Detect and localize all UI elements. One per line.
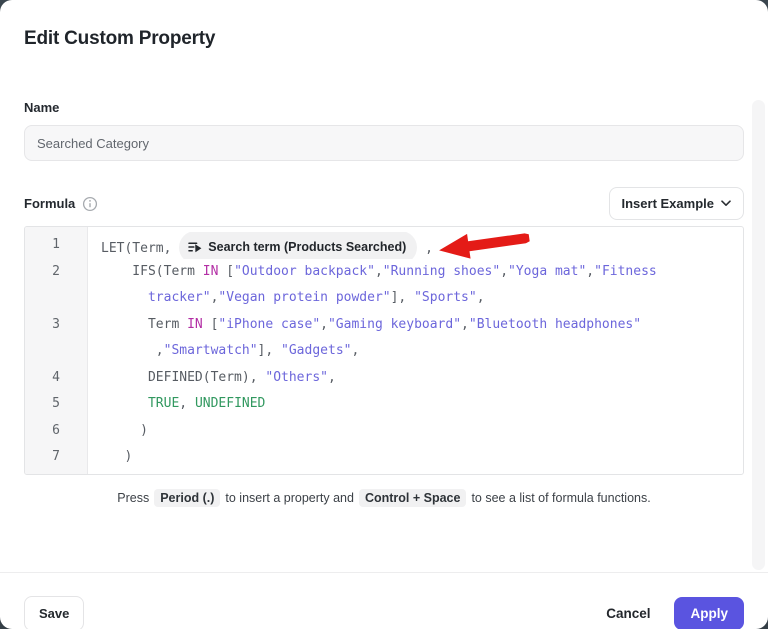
code-token: Term <box>101 317 187 332</box>
scrollbar[interactable] <box>752 100 765 570</box>
code-content: ) <box>87 444 743 471</box>
code-token: "Yoga mat" <box>508 264 586 279</box>
property-chip-label: Search term (Products Searched) <box>208 234 406 259</box>
code-token: "Gaming keyboard" <box>328 317 461 332</box>
hint-suffix: to see a list of formula functions. <box>471 491 650 505</box>
code-line[interactable]: 6 ) <box>25 418 743 445</box>
code-content: tracker", "Vegan protein powder"], "Sport… <box>87 285 743 312</box>
code-token: [ <box>218 264 234 279</box>
code-line[interactable]: 5 TRUE, UNDEFINED <box>25 391 743 418</box>
code-line[interactable]: 1LET(Term, Search term (Products Searche… <box>25 232 743 259</box>
code-token: "iPhone case" <box>218 317 320 332</box>
code-token: , <box>179 396 195 411</box>
code-token: , <box>500 264 508 279</box>
code-content: ,"Smartwatch"], "Gadgets", <box>87 338 743 365</box>
line-number: 3 <box>25 312 87 339</box>
kbd-period: Period (.) <box>154 489 220 507</box>
code-token: "Fitness <box>594 264 657 279</box>
code-token: , <box>375 264 383 279</box>
code-token: IN <box>187 317 203 332</box>
code-content: TRUE, UNDEFINED <box>87 391 743 418</box>
property-chip[interactable]: Search term (Products Searched) <box>179 232 417 259</box>
formula-editor[interactable]: 1LET(Term, Search term (Products Searche… <box>24 226 744 475</box>
code-token <box>101 396 148 411</box>
edit-custom-property-dialog: Edit Custom Property Name Formula Insert… <box>0 0 768 629</box>
code-token: IN <box>203 264 219 279</box>
property-list-cursor-icon <box>188 240 202 254</box>
save-button[interactable]: Save <box>24 596 84 629</box>
insert-example-label: Insert Example <box>622 196 715 211</box>
insert-example-button[interactable]: Insert Example <box>609 187 745 220</box>
code-token: , <box>320 317 328 332</box>
dialog-footer: Save Cancel Apply <box>0 572 768 629</box>
code-token: , <box>417 241 433 256</box>
code-token: ) <box>101 449 132 464</box>
code-token: ) <box>101 423 148 438</box>
line-number: 5 <box>25 391 87 418</box>
chevron-down-icon <box>721 200 731 207</box>
code-token <box>101 290 148 305</box>
line-number: 6 <box>25 418 87 445</box>
code-line[interactable]: 4 DEFINED(Term), "Others", <box>25 365 743 392</box>
formula-label: Formula <box>24 196 75 211</box>
code-token: "Outdoor backpack" <box>234 264 375 279</box>
code-line[interactable]: 2 IFS(Term IN ["Outdoor backpack","Runni… <box>25 259 743 286</box>
code-token: , <box>461 317 469 332</box>
dialog-body: Name Formula Insert Example <box>0 100 768 572</box>
code-line[interactable]: 3 Term IN ["iPhone case","Gaming keyboar… <box>25 312 743 339</box>
formula-editor-lines: 1LET(Term, Search term (Products Searche… <box>25 227 743 475</box>
code-token: "Sports" <box>414 290 477 305</box>
kbd-control-space: Control + Space <box>359 489 467 507</box>
line-number: 2 <box>25 259 87 286</box>
code-content: LET(Term, Search term (Products Searched… <box>87 232 743 259</box>
line-number <box>25 285 87 312</box>
code-content: Term IN ["iPhone case","Gaming keyboard"… <box>87 312 743 339</box>
line-number <box>25 338 87 365</box>
code-token: LET(Term, <box>101 241 179 256</box>
code-content: IFS(Term IN ["Outdoor backpack","Running… <box>87 259 743 286</box>
cancel-button[interactable]: Cancel <box>596 597 660 629</box>
code-token: TRUE <box>148 396 179 411</box>
dialog-title: Edit Custom Property <box>24 28 744 50</box>
code-line[interactable]: tracker", "Vegan protein powder"], "Sport… <box>25 285 743 312</box>
code-content: DEFINED(Term), "Others", <box>87 365 743 392</box>
code-token: "Vegan protein powder" <box>218 290 390 305</box>
line-number: 4 <box>25 365 87 392</box>
code-content: ) <box>87 418 743 445</box>
line-number: 7 <box>25 444 87 471</box>
formula-hint: Press Period (.) to insert a property an… <box>24 489 744 507</box>
code-token: IFS(Term <box>101 264 203 279</box>
code-token: [ <box>203 317 219 332</box>
dialog-header: Edit Custom Property <box>0 0 768 75</box>
code-token: UNDEFINED <box>195 396 265 411</box>
apply-button[interactable]: Apply <box>674 597 744 629</box>
formula-toolbar: Formula Insert Example <box>24 187 744 219</box>
code-token: DEFINED(Term), <box>101 370 265 385</box>
formula-label-group: Formula <box>24 195 98 212</box>
code-token: "Others" <box>265 370 328 385</box>
code-token: , <box>101 343 164 358</box>
name-input[interactable] <box>24 125 744 161</box>
line-number: 1 <box>25 232 87 259</box>
code-line[interactable]: 7 ) <box>25 444 743 471</box>
code-token: , <box>477 290 485 305</box>
code-token: "Bluetooth headphones" <box>469 317 641 332</box>
code-token: , <box>586 264 594 279</box>
hint-prefix: Press <box>117 491 149 505</box>
name-label: Name <box>24 100 744 115</box>
code-token: "Gadgets" <box>281 343 351 358</box>
code-token: ], <box>258 343 281 358</box>
code-token: "Smartwatch" <box>164 343 258 358</box>
code-token: , <box>328 370 336 385</box>
info-icon[interactable] <box>82 196 98 212</box>
code-token: tracker" <box>148 290 211 305</box>
code-token: , <box>351 343 359 358</box>
code-line[interactable]: ,"Smartwatch"], "Gadgets", <box>25 338 743 365</box>
hint-middle: to insert a property and <box>225 491 354 505</box>
code-token: ], <box>391 290 414 305</box>
